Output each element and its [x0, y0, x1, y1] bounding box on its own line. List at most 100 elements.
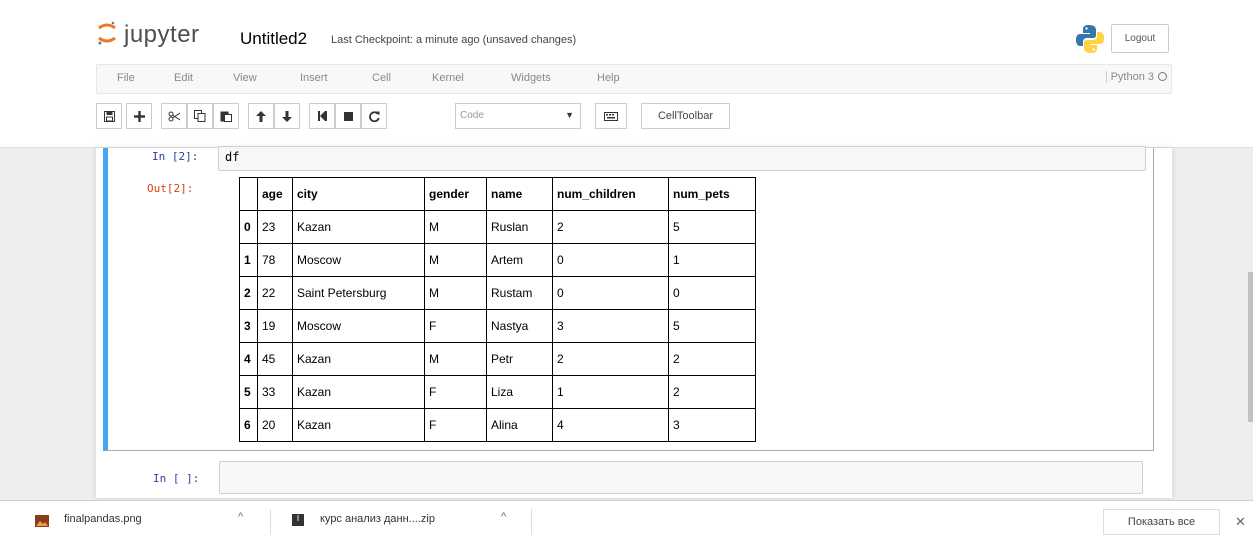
- cell-age: 23: [257, 210, 293, 244]
- save-button[interactable]: [96, 103, 122, 129]
- cell-city: Moscow: [292, 309, 425, 343]
- interrupt-button[interactable]: [335, 103, 361, 129]
- kernel-indicator: Python 3: [1105, 71, 1167, 83]
- cell-name: Artem: [486, 243, 553, 277]
- row-index: 3: [239, 309, 258, 343]
- cell-age: 45: [257, 342, 293, 376]
- cell-gender: F: [424, 309, 487, 343]
- page-scrollbar[interactable]: [1248, 272, 1253, 422]
- row-index: 5: [239, 375, 258, 409]
- in-prompt-empty: In [ ]:: [153, 472, 200, 485]
- cell-name: Liza: [486, 375, 553, 409]
- menu-view[interactable]: View: [233, 72, 257, 84]
- close-icon[interactable]: ✕: [1235, 514, 1246, 530]
- cell-city: Saint Petersburg: [292, 276, 425, 310]
- empty-code-input[interactable]: [219, 461, 1143, 494]
- show-all-button[interactable]: Показать все: [1103, 509, 1220, 535]
- cell-num-pets: 2: [668, 375, 756, 409]
- download-item-label[interactable]: finalpandas.png: [64, 513, 142, 525]
- column-header: gender: [424, 177, 487, 211]
- chevron-up-icon[interactable]: ^: [238, 511, 243, 523]
- cell-age: 33: [257, 375, 293, 409]
- notebook-title[interactable]: Untitled2: [240, 29, 307, 49]
- notebook-container: In [2]: df Out[2]: age city gender name …: [96, 146, 1172, 498]
- row-index: 2: [239, 276, 258, 310]
- divider: [270, 509, 271, 535]
- step-icon: [317, 111, 327, 121]
- cell-num-pets: 3: [668, 408, 756, 442]
- out-prompt: Out[2]:: [147, 182, 194, 195]
- code-input[interactable]: df: [218, 146, 1146, 171]
- save-icon: [103, 110, 115, 122]
- menu-kernel[interactable]: Kernel: [432, 72, 464, 84]
- cell-name: Rustam: [486, 276, 553, 310]
- menu-file[interactable]: File: [117, 72, 135, 84]
- menu-widgets[interactable]: Widgets: [511, 72, 551, 84]
- in-prompt: In [2]:: [152, 150, 199, 163]
- paste-icon: [220, 111, 232, 122]
- cell-city: Kazan: [292, 408, 425, 442]
- cell-name: Alina: [486, 408, 553, 442]
- celltoolbar-button[interactable]: CellToolbar: [641, 103, 730, 129]
- move-up-button[interactable]: [248, 103, 274, 129]
- column-header: [239, 177, 258, 211]
- image-file-icon: [35, 515, 49, 527]
- menu-cell[interactable]: Cell: [372, 72, 391, 84]
- cell-name: Ruslan: [486, 210, 553, 244]
- selected-code-cell[interactable]: In [2]: df Out[2]: age city gender name …: [103, 146, 1154, 451]
- command-palette-button[interactable]: [595, 103, 627, 129]
- cell-num-children: 2: [552, 342, 669, 376]
- table-row: 0 23 Kazan M Ruslan 2 5: [239, 210, 756, 244]
- copy-button[interactable]: [187, 103, 213, 129]
- run-cell-button[interactable]: [309, 103, 335, 129]
- cell-name: Nastya: [486, 309, 553, 343]
- cell-num-pets: 0: [668, 276, 756, 310]
- column-header: age: [257, 177, 293, 211]
- table-row: 3 19 Moscow F Nastya 3 5: [239, 309, 756, 343]
- row-index: 1: [239, 243, 258, 277]
- menu-help[interactable]: Help: [597, 72, 620, 84]
- checkpoint-status: Last Checkpoint: a minute ago (unsaved c…: [331, 34, 577, 46]
- python-logo-icon: [1076, 25, 1104, 53]
- row-index: 0: [239, 210, 258, 244]
- jupyter-wordmark[interactable]: jupyter: [124, 21, 200, 49]
- scissors-icon: [168, 111, 180, 121]
- row-index: 6: [239, 408, 258, 442]
- row-index: 4: [239, 342, 258, 376]
- paste-button[interactable]: [213, 103, 239, 129]
- code-text: df: [225, 150, 240, 164]
- chevron-up-icon[interactable]: ^: [501, 511, 506, 523]
- move-down-button[interactable]: [274, 103, 300, 129]
- menu-insert[interactable]: Insert: [300, 72, 328, 84]
- column-header: city: [292, 177, 425, 211]
- table-header-row: age city gender name num_children num_pe…: [239, 177, 756, 211]
- menu-edit[interactable]: Edit: [174, 72, 193, 84]
- cell-gender: F: [424, 375, 487, 409]
- restart-icon: [368, 110, 380, 122]
- cell-age: 19: [257, 309, 293, 343]
- download-item-label[interactable]: курс анализ данн....zip: [320, 513, 435, 525]
- column-header: num_children: [552, 177, 669, 211]
- cut-button[interactable]: [161, 103, 187, 129]
- cell-gender: M: [424, 210, 487, 244]
- logout-button[interactable]: Logout: [1111, 24, 1169, 53]
- download-bar: finalpandas.png ^ курс анализ данн....zi…: [0, 500, 1253, 538]
- table-row: 2 22 Saint Petersburg M Rustam 0 0: [239, 276, 756, 310]
- dataframe-table: age city gender name num_children num_pe…: [239, 177, 756, 442]
- menubar: File Edit View Insert Cell Kernel Widget…: [96, 64, 1172, 94]
- cell-city: Kazan: [292, 210, 425, 244]
- insert-cell-button[interactable]: [126, 103, 152, 129]
- chevron-down-icon: ▼: [565, 110, 574, 120]
- cell-type-select[interactable]: Code ▼: [455, 103, 581, 129]
- table-row: 4 45 Kazan M Petr 2 2: [239, 342, 756, 376]
- column-header: name: [486, 177, 553, 211]
- cell-age: 78: [257, 243, 293, 277]
- notebook-toolbar: Code ▼ CellToolbar: [96, 103, 796, 131]
- stop-icon: [343, 111, 353, 121]
- cell-gender: M: [424, 243, 487, 277]
- table-row: 1 78 Moscow M Artem 0 1: [239, 243, 756, 277]
- cell-gender: F: [424, 408, 487, 442]
- cell-num-pets: 2: [668, 342, 756, 376]
- restart-button[interactable]: [361, 103, 387, 129]
- cell-num-pets: 5: [668, 210, 756, 244]
